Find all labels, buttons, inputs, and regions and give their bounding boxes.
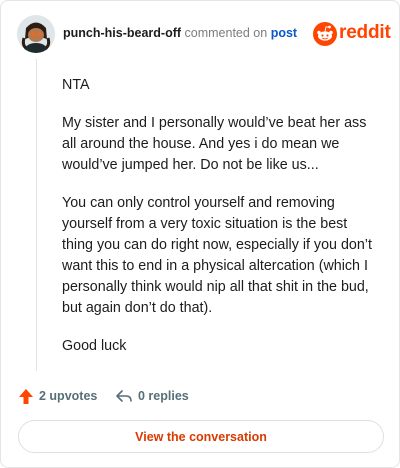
upvote-count: 2 upvotes bbox=[39, 389, 98, 403]
reddit-logo[interactable]: reddit bbox=[313, 21, 391, 47]
avatar[interactable] bbox=[17, 15, 55, 53]
comment-paragraph: You can only control yourself and removi… bbox=[62, 195, 372, 316]
comment-card: punch-his-beard-off commented on post re… bbox=[0, 0, 400, 468]
thread-line bbox=[36, 59, 37, 371]
view-conversation-button[interactable]: View the conversation bbox=[18, 420, 384, 453]
comment-body: NTA My sister and I personally would’ve … bbox=[62, 75, 380, 374]
post-link[interactable]: post bbox=[271, 26, 297, 40]
reply-arrow-icon bbox=[116, 390, 132, 402]
reddit-snoo-icon bbox=[313, 22, 337, 46]
upvote-arrow-icon bbox=[19, 388, 33, 404]
comment-paragraph: Good luck bbox=[62, 338, 127, 354]
reddit-wordmark: reddit bbox=[339, 22, 391, 43]
comment-paragraph: NTA bbox=[62, 77, 90, 93]
comment-paragraph: My sister and I personally would’ve beat… bbox=[62, 115, 367, 173]
reply-count: 0 replies bbox=[138, 389, 189, 403]
upvote-button[interactable]: 2 upvotes bbox=[18, 385, 97, 407]
snoo-avatar-icon bbox=[17, 15, 55, 53]
comment-actions: 2 upvotes 0 replies bbox=[18, 385, 318, 407]
commented-on-label: commented on bbox=[184, 26, 268, 40]
comment-header: punch-his-beard-off commented on post re… bbox=[17, 15, 391, 53]
username-link[interactable]: punch-his-beard-off bbox=[63, 26, 181, 40]
reply-button[interactable]: 0 replies bbox=[115, 385, 189, 407]
comment-meta: punch-his-beard-off commented on post bbox=[63, 26, 297, 40]
